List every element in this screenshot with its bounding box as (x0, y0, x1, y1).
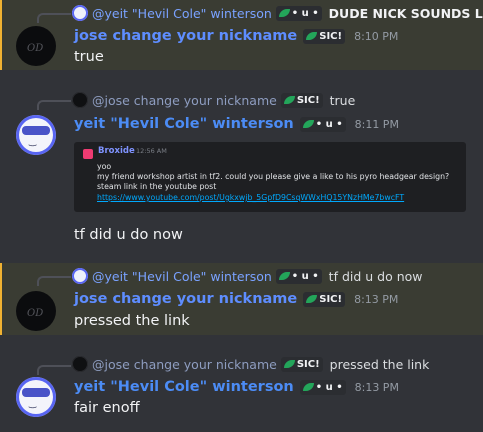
message-header: jose change your nickname SIC! 8:13 PM (74, 289, 398, 309)
reply-avatar (72, 5, 88, 21)
leaf-icon (306, 32, 318, 40)
embed-line: steam link in the youtube post (97, 182, 217, 191)
username[interactable]: yeit "Hevil Cole" winterson (74, 116, 294, 132)
role-tag: SIC! (280, 356, 323, 372)
reply-connector (37, 100, 71, 110)
role-tag: SIC! (303, 28, 346, 44)
message-item[interactable]: @jose change your nickname SIC! true ‿ y… (0, 86, 483, 256)
reply-text: DUDE NICK SOUNDS LIKE (328, 5, 483, 21)
message-header: jose change your nickname SIC! 8:10 PM (74, 26, 398, 46)
reply-preview[interactable]: @jose change your nickname SIC! pressed … (72, 355, 429, 373)
reply-text: tf did u do now (328, 268, 423, 284)
message-content: fair enoff (74, 400, 140, 416)
reply-connector (37, 13, 71, 23)
username[interactable]: jose change your nickname (74, 291, 297, 307)
role-tag: • u • (275, 5, 322, 21)
leaf-icon (283, 96, 295, 104)
embed-line: my friend workshop artist in tf2. could … (97, 172, 450, 181)
reply-avatar (72, 356, 88, 372)
embed-time: 12:56 AM (136, 147, 167, 155)
message-content: pressed the link (74, 313, 190, 329)
reply-author[interactable]: @yeit "Hevil Cole" winterson (92, 6, 272, 21)
avatar-face-icon: OD (27, 43, 44, 54)
reply-connector (37, 276, 71, 286)
reply-author[interactable]: @jose change your nickname (92, 93, 277, 108)
username[interactable]: jose change your nickname (74, 28, 297, 44)
reply-preview[interactable]: @jose change your nickname SIC! true (72, 91, 355, 109)
avatar-face-icon: ‿ (29, 399, 37, 409)
avatar[interactable]: OD (16, 26, 56, 66)
message-header: yeit "Hevil Cole" winterson • u • 8:11 P… (74, 114, 399, 134)
embed-line: yoo (97, 162, 112, 171)
reply-author[interactable]: @jose change your nickname (92, 357, 277, 372)
avatar-face-icon: ‿ (29, 137, 37, 147)
embed-author: Broxide (98, 146, 135, 156)
message-item[interactable]: @yeit "Hevil Cole" winterson • u • DUDE … (0, 0, 483, 70)
leaf-icon (278, 272, 290, 280)
reply-text: pressed the link (329, 356, 430, 372)
leaf-icon (283, 360, 295, 368)
timestamp: 8:13 PM (354, 380, 399, 394)
embedded-screenshot: Broxide 12:56 AM yoo my friend workshop … (74, 142, 466, 212)
leaf-icon (278, 9, 290, 17)
message-content: true (74, 49, 104, 65)
reply-preview[interactable]: @yeit "Hevil Cole" winterson • u • DUDE … (72, 4, 483, 22)
username[interactable]: yeit "Hevil Cole" winterson (74, 379, 294, 395)
timestamp: 8:13 PM (354, 292, 399, 306)
reply-connector (37, 365, 71, 375)
avatar[interactable]: OD (16, 291, 56, 331)
reply-author[interactable]: @yeit "Hevil Cole" winterson (92, 269, 272, 284)
image-attachment[interactable]: Broxide 12:56 AM yoo my friend workshop … (74, 136, 466, 221)
role-tag: SIC! (303, 291, 346, 307)
role-tag: SIC! (280, 92, 323, 108)
role-tag: • u • (299, 116, 346, 132)
headband-icon (22, 126, 50, 135)
reply-text: true (329, 92, 356, 108)
message-item[interactable]: @jose change your nickname SIC! pressed … (0, 352, 483, 432)
reply-preview[interactable]: @yeit "Hevil Cole" winterson • u • tf di… (72, 267, 423, 285)
headband-icon (22, 388, 50, 397)
timestamp: 8:10 PM (354, 29, 399, 43)
embed-avatar (83, 149, 93, 159)
message-content: tf did u do now (74, 227, 183, 243)
embed-link[interactable]: https://www.youtube.com/post/Ugkxwjb_5Gp… (97, 193, 404, 202)
leaf-icon (302, 120, 314, 128)
role-tag: • u • (275, 268, 322, 284)
reply-avatar (72, 268, 88, 284)
timestamp: 8:11 PM (354, 117, 399, 131)
avatar[interactable]: ‿ (16, 115, 56, 155)
message-header: yeit "Hevil Cole" winterson • u • 8:13 P… (74, 377, 399, 397)
avatar-face-icon: OD (27, 308, 44, 319)
reply-avatar (72, 92, 88, 108)
message-item[interactable]: @yeit "Hevil Cole" winterson • u • tf di… (0, 263, 483, 335)
avatar[interactable]: ‿ (16, 377, 56, 417)
role-tag: • u • (299, 379, 346, 395)
leaf-icon (306, 295, 318, 303)
leaf-icon (302, 383, 314, 391)
